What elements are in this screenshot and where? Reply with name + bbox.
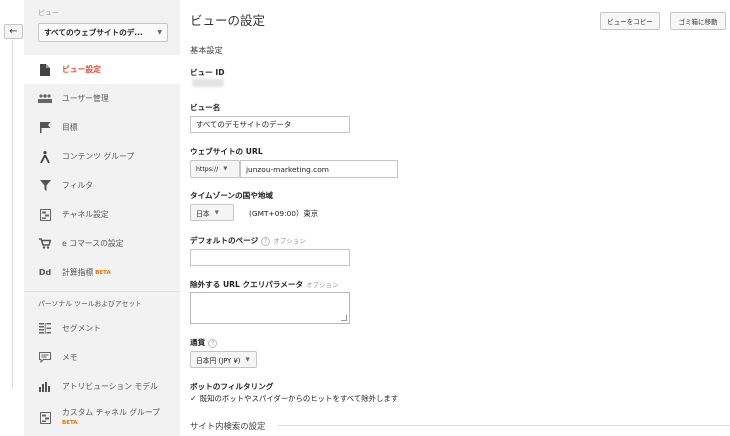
country-value: 日本	[196, 209, 210, 218]
sidebar-nav: ビュー設定 ユーザー管理 目標 コンテンツ グループ フィルタ チャネル設定 e…	[24, 55, 184, 435]
chevron-down-icon: ▼	[223, 166, 228, 172]
chevron-down-icon: ▼	[245, 356, 250, 363]
sidebar-item-label: ビュー設定	[62, 65, 101, 74]
page-title: ビューの設定	[190, 13, 266, 28]
view-id-label: ビュー ID	[190, 68, 225, 77]
back-button[interactable]: ←	[4, 24, 23, 39]
view-name-input[interactable]: すべてのデモサイトのデータ	[190, 116, 350, 133]
sidebar-item-label-wrap: カスタム チャネル グループ BETA	[62, 408, 160, 428]
sidebar-item-user-management[interactable]: ユーザー管理	[24, 84, 180, 113]
beta-badge: BETA	[95, 269, 111, 276]
chevron-down-icon: ▼	[157, 29, 162, 36]
sidebar-item-label: ユーザー管理	[62, 94, 109, 103]
sidebar-item-annotations[interactable]: メモ	[24, 343, 180, 372]
protocol-select[interactable]: https:// ▼	[190, 160, 240, 178]
bar-chart-icon	[38, 381, 52, 392]
bot-filter-checkbox-row[interactable]: ✓ 既知のボットやスパイダーからのヒットをすべて除外します	[190, 393, 398, 404]
section-divider	[278, 425, 730, 426]
sidebar-item-goals[interactable]: 目標	[24, 113, 180, 142]
timezone-select[interactable]: (GMT+09:00）東京	[249, 208, 318, 219]
currency-select[interactable]: 日本円 (JPY ¥) ▼	[190, 351, 257, 368]
exclude-query-label-text: 除外する URL クエリパラメータ	[190, 280, 304, 289]
copy-view-button[interactable]: ビューをコピー	[600, 12, 660, 30]
site-search-heading: サイト内検索の設定	[190, 421, 266, 431]
move-to-trash-button[interactable]: ゴミ箱に移動	[670, 12, 726, 30]
view-name-label: ビュー名	[190, 103, 221, 112]
sidebar-item-label: コンテンツ グループ	[62, 152, 135, 161]
beta-badge: BETA	[62, 420, 78, 426]
document-icon	[38, 63, 52, 76]
chevron-down-icon: ▼	[214, 209, 219, 216]
resize-grip-icon[interactable]	[341, 315, 347, 321]
default-page-label: デフォルトのページ? オプション	[190, 235, 306, 246]
segment-icon	[38, 323, 52, 334]
sidebar-item-label: 計算指標	[62, 268, 94, 277]
country-select[interactable]: 日本 ▼	[190, 204, 234, 221]
exclude-query-textarea[interactable]	[190, 292, 350, 324]
sidebar-item-label: カスタム チャネル グループ	[62, 408, 160, 417]
website-url-input[interactable]: junzou-marketing.com	[240, 160, 398, 178]
website-url-label: ウェブサイトの URL	[190, 147, 263, 156]
sidebar-item-label: メモ	[62, 353, 78, 362]
default-page-label-text: デフォルトのページ	[190, 236, 259, 245]
sidebar-item-attribution-models[interactable]: アトリビューション モデル	[24, 372, 180, 401]
filter-icon	[38, 180, 52, 191]
default-page-input[interactable]	[190, 249, 350, 266]
checkbox-checked-icon[interactable]: ✓	[190, 394, 197, 403]
basic-settings-heading: 基本設定	[190, 45, 223, 55]
flag-icon	[38, 122, 52, 133]
person-walk-icon	[38, 150, 52, 163]
help-icon[interactable]: ?	[208, 339, 218, 348]
sidebar-divider-line	[12, 40, 13, 388]
view-id-value-redacted	[192, 79, 224, 87]
currency-label: 通貨?	[190, 337, 218, 348]
timezone-label: タイムゾーンの国や地域	[190, 191, 273, 200]
memo-icon	[38, 352, 52, 363]
currency-value: 日本円 (JPY ¥)	[196, 356, 241, 365]
cart-icon	[38, 238, 52, 249]
sidebar-item-label: アトリビューション モデル	[62, 382, 158, 391]
protocol-value: https://	[196, 165, 219, 173]
optional-tag: オプション	[306, 281, 339, 289]
sidebar-item-custom-channel-grouping[interactable]: カスタム チャネル グループ BETA	[24, 401, 180, 435]
dd-icon: Dd	[38, 268, 52, 277]
sidebar-item-label: 目標	[62, 123, 78, 132]
view-caption: ビュー	[38, 9, 59, 17]
sidebar-item-label: e コマースの設定	[62, 239, 124, 248]
channel-icon	[38, 208, 52, 221]
help-icon[interactable]: ?	[261, 237, 271, 246]
sidebar-item-segments[interactable]: セグメント	[24, 314, 180, 343]
sidebar-item-content-grouping[interactable]: コンテンツ グループ	[24, 142, 180, 171]
view-selector[interactable]: すべてのウェブサイトのデ... ▼	[38, 23, 168, 42]
main-panel: ビューの設定 ビューをコピー ゴミ箱に移動 基本設定 ビュー ID ビュー名 す…	[190, 0, 730, 436]
sidebar-item-label: チャネル設定	[62, 210, 109, 219]
sidebar-item-calculated-metrics[interactable]: Dd 計算指標 BETA	[24, 258, 180, 287]
bot-filter-checkbox-label: 既知のボットやスパイダーからのヒットをすべて除外します	[199, 394, 399, 403]
sidebar-item-label: フィルタ	[62, 181, 94, 190]
sidebar: ビュー すべてのウェブサイトのデ... ▼ ビュー設定 ユーザー管理 目標 コン…	[24, 0, 184, 436]
sidebar-item-channel-settings[interactable]: チャネル設定	[24, 200, 180, 229]
currency-label-text: 通貨	[190, 338, 206, 347]
sidebar-item-filters[interactable]: フィルタ	[24, 171, 180, 200]
sidebar-item-label: セグメント	[62, 324, 101, 333]
optional-tag: オプション	[273, 237, 306, 245]
users-icon	[38, 94, 52, 103]
sidebar-item-ecommerce-settings[interactable]: e コマースの設定	[24, 229, 180, 258]
channel-icon	[38, 412, 52, 424]
arrow-left-icon: ←	[9, 26, 18, 37]
personal-tools-section-heading: パーソナル ツールおよびアセット	[24, 291, 180, 314]
bot-filtering-label: ボットのフィルタリング	[190, 382, 274, 391]
sidebar-item-view-settings[interactable]: ビュー設定	[24, 55, 184, 84]
view-selector-label: すべてのウェブサイトのデ...	[44, 28, 143, 37]
exclude-query-label: 除外する URL クエリパラメータ オプション	[190, 279, 339, 290]
